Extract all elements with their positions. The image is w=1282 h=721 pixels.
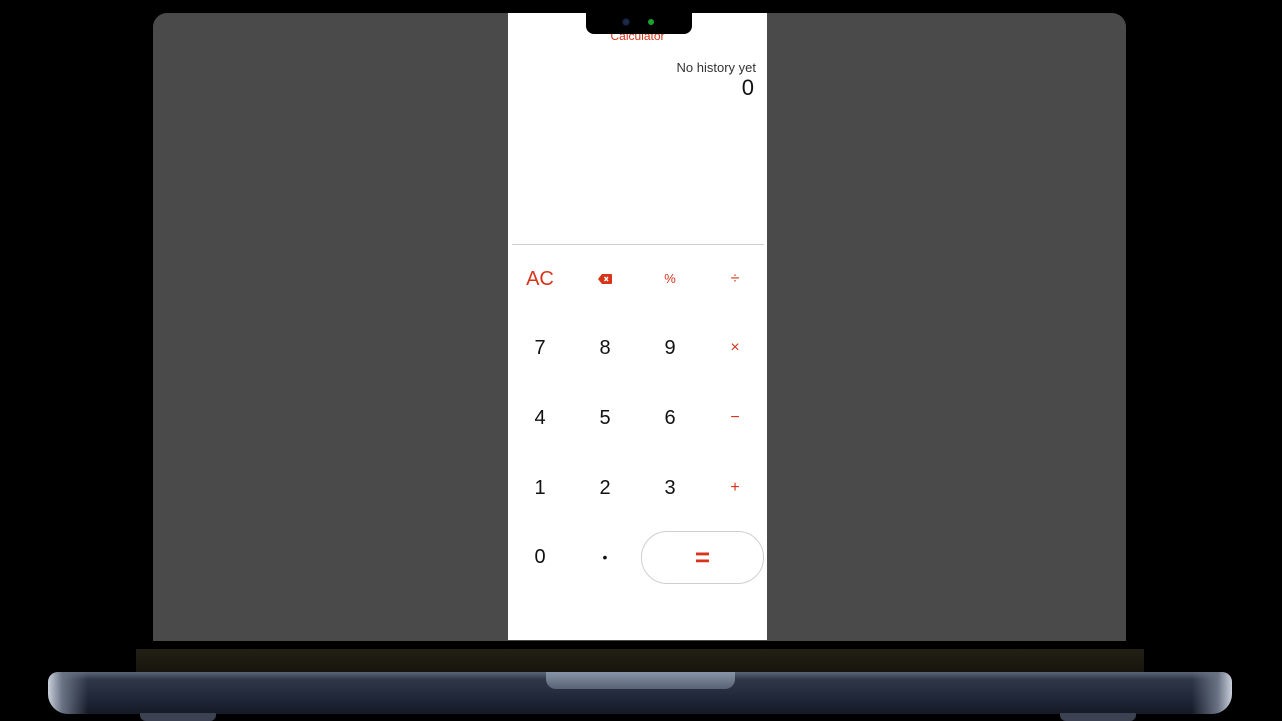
divider (512, 244, 764, 245)
percent-button[interactable]: % (640, 257, 700, 301)
backspace-button[interactable] (575, 257, 635, 301)
all-clear-button[interactable]: AC (510, 257, 570, 301)
key-8[interactable]: 8 (575, 326, 635, 370)
laptop-frame: Calculator No history yet 0 AC % ÷ 7 8 9… (0, 0, 1282, 721)
key-6[interactable]: 6 (640, 396, 700, 440)
key-1[interactable]: 1 (510, 466, 570, 510)
key-7[interactable]: 7 (510, 326, 570, 370)
subtract-button[interactable]: − (705, 396, 765, 440)
camera-icon (623, 19, 629, 25)
base-left-edge (48, 672, 88, 714)
key-5[interactable]: 5 (575, 396, 635, 440)
multiply-button[interactable]: × (705, 326, 765, 370)
equals-button[interactable]: = (641, 531, 764, 584)
history-text: No history yet (676, 60, 756, 75)
add-button[interactable]: + (705, 466, 765, 510)
camera-notch (586, 13, 692, 34)
camera-led-icon (648, 19, 654, 25)
foot-left (140, 713, 216, 721)
calculator-app: Calculator No history yet 0 AC % ÷ 7 8 9… (508, 13, 767, 640)
key-0[interactable]: 0 (510, 535, 570, 579)
key-2[interactable]: 2 (575, 466, 635, 510)
display-value: 0 (741, 75, 754, 100)
key-9[interactable]: 9 (640, 326, 700, 370)
foot-right (1060, 713, 1136, 721)
key-3[interactable]: 3 (640, 466, 700, 510)
decimal-button[interactable]: • (575, 535, 635, 579)
base-right-edge (1192, 672, 1232, 714)
divide-button[interactable]: ÷ (705, 257, 765, 301)
key-4[interactable]: 4 (510, 396, 570, 440)
backspace-icon (598, 273, 612, 284)
base-thumb-notch (546, 672, 735, 689)
